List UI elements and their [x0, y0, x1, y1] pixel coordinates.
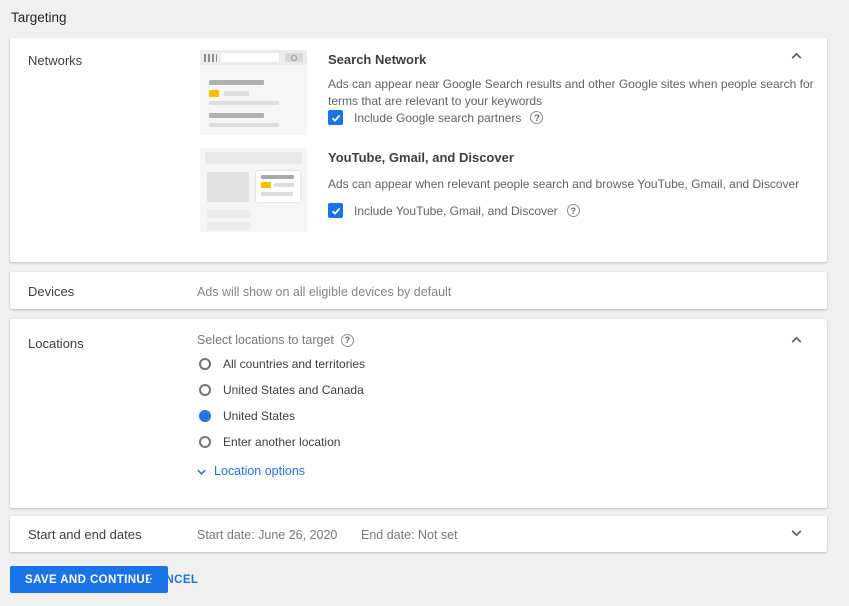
devices-label: Devices — [28, 284, 75, 299]
end-date-value: End date: Not set — [361, 528, 458, 542]
radio-selected-icon[interactable] — [199, 410, 211, 422]
youtube-gmail-title: YouTube, Gmail, and Discover — [328, 150, 514, 165]
help-icon[interactable]: ? — [530, 111, 544, 124]
chevron-up-icon — [791, 52, 802, 59]
checkbox-checked-icon[interactable] — [328, 110, 343, 125]
locations-label: Locations — [28, 336, 84, 351]
chevron-up-icon — [791, 336, 802, 343]
dates-label: Start and end dates — [28, 527, 142, 542]
preview-header-bar — [205, 152, 302, 164]
location-radio-group: All countries and territories United Sta… — [199, 351, 365, 455]
dates-panel[interactable]: Start and end dates Start date: June 26,… — [10, 516, 827, 552]
preview-search-box — [221, 53, 279, 62]
include-search-partners-label: Include Google search partners — [354, 110, 522, 125]
locations-panel: Locations Select locations to target ? A… — [10, 319, 827, 508]
devices-panel[interactable]: Devices Ads will show on all eligible de… — [10, 272, 827, 309]
youtube-gmail-description: Ads can appear when relevant people sear… — [328, 177, 800, 191]
search-network-title: Search Network — [328, 52, 427, 67]
include-youtube-gmail-row[interactable]: Include YouTube, Gmail, and Discover ? — [328, 203, 580, 218]
preview-ad-badge — [209, 90, 219, 97]
radio-unselected-icon[interactable] — [199, 358, 211, 370]
chevron-down-icon — [791, 530, 802, 537]
radio-unselected-icon[interactable] — [199, 384, 211, 396]
include-youtube-gmail-label: Include YouTube, Gmail, and Discover — [354, 203, 558, 218]
devices-summary: Ads will show on all eligible devices by… — [197, 285, 452, 299]
locations-prompt: Select locations to target — [197, 333, 334, 347]
help-icon[interactable]: ? — [566, 204, 580, 217]
dates-expand-button[interactable] — [786, 522, 807, 543]
preview-video-placeholder — [207, 172, 249, 202]
radio-unselected-icon[interactable] — [199, 436, 211, 448]
youtube-gmail-preview-image — [200, 148, 307, 232]
networks-panel: Networks Search Network Ads can appear n… — [10, 38, 827, 262]
page-title: Targeting — [11, 10, 67, 25]
help-icon[interactable]: ? — [340, 333, 354, 347]
chevron-down-icon — [197, 469, 206, 475]
cancel-button[interactable]: CANCEL — [140, 566, 206, 593]
start-date-value: Start date: June 26, 2020 — [197, 528, 338, 542]
search-results-preview-image — [200, 50, 307, 135]
networks-label: Networks — [28, 53, 83, 68]
networks-collapse-button[interactable] — [786, 46, 807, 67]
radio-united-states[interactable]: United States — [199, 403, 365, 429]
preview-search-button-icon — [285, 53, 303, 62]
locations-collapse-button[interactable] — [786, 330, 807, 351]
search-network-description: Ads can appear near Google Search result… — [328, 77, 814, 108]
location-options-link[interactable]: Location options — [196, 464, 305, 478]
radio-all-countries[interactable]: All countries and territories — [199, 351, 365, 377]
radio-us-and-canada[interactable]: United States and Canada — [199, 377, 365, 403]
preview-ad-badge — [261, 182, 271, 188]
radio-enter-another-location[interactable]: Enter another location — [199, 429, 365, 455]
preview-logo-bars — [204, 54, 217, 62]
preview-ad-card — [256, 171, 300, 202]
include-search-partners-row[interactable]: Include Google search partners ? — [328, 110, 544, 125]
checkbox-checked-icon[interactable] — [328, 203, 343, 218]
